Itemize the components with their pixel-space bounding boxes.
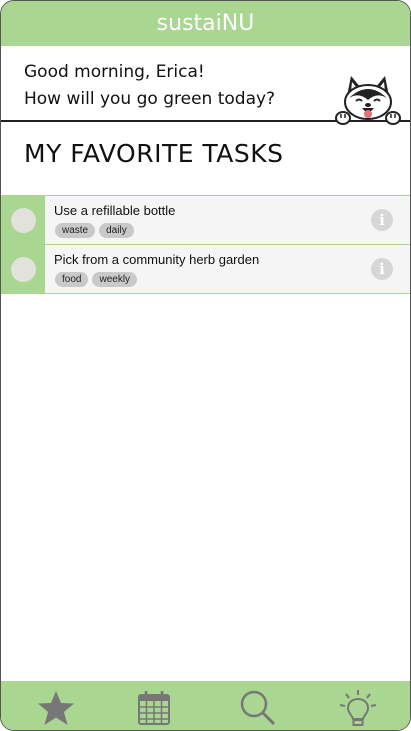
task-tag: daily <box>99 223 134 238</box>
task-complete-toggle[interactable] <box>11 208 36 233</box>
task-row[interactable]: Use a refillable bottle waste daily i <box>1 195 410 245</box>
nav-favorites-button[interactable] <box>36 689 76 727</box>
husky-mascot-icon <box>335 76 401 125</box>
task-tag: waste <box>55 223 96 238</box>
app-header: sustaiNU <box>1 1 410 46</box>
task-tags: food weekly <box>55 272 138 287</box>
star-icon <box>38 691 74 725</box>
search-icon <box>240 690 276 726</box>
lightbulb-icon <box>339 690 377 726</box>
info-icon[interactable]: i <box>371 209 393 231</box>
task-title: Pick from a community herb garden <box>54 252 260 267</box>
greeting-prompt: How will you go green today? <box>24 89 276 109</box>
task-row[interactable]: Pick from a community herb garden food w… <box>1 244 410 294</box>
section-title: MY FAVORITE TASKS <box>24 139 284 168</box>
task-tags: waste daily <box>55 223 134 238</box>
greeting-text: Good morning, Erica! <box>24 62 205 82</box>
greeting-panel: Good morning, Erica! How will you go gre… <box>1 46 410 125</box>
info-icon[interactable]: i <box>371 258 393 280</box>
task-complete-toggle[interactable] <box>11 257 36 282</box>
task-tag: weekly <box>92 272 138 287</box>
app-title: sustaiNU <box>156 11 255 36</box>
bottom-nav <box>1 681 410 730</box>
app-screen: sustaiNU Good morning, Erica! How will y… <box>0 0 411 731</box>
nav-calendar-button[interactable] <box>134 689 174 727</box>
task-tag: food <box>55 272 89 287</box>
task-list: Use a refillable bottle waste daily i Pi… <box>1 195 410 294</box>
calendar-icon <box>138 691 170 725</box>
nav-ideas-button[interactable] <box>338 689 378 727</box>
task-title: Use a refillable bottle <box>54 203 176 218</box>
nav-search-button[interactable] <box>238 689 278 727</box>
